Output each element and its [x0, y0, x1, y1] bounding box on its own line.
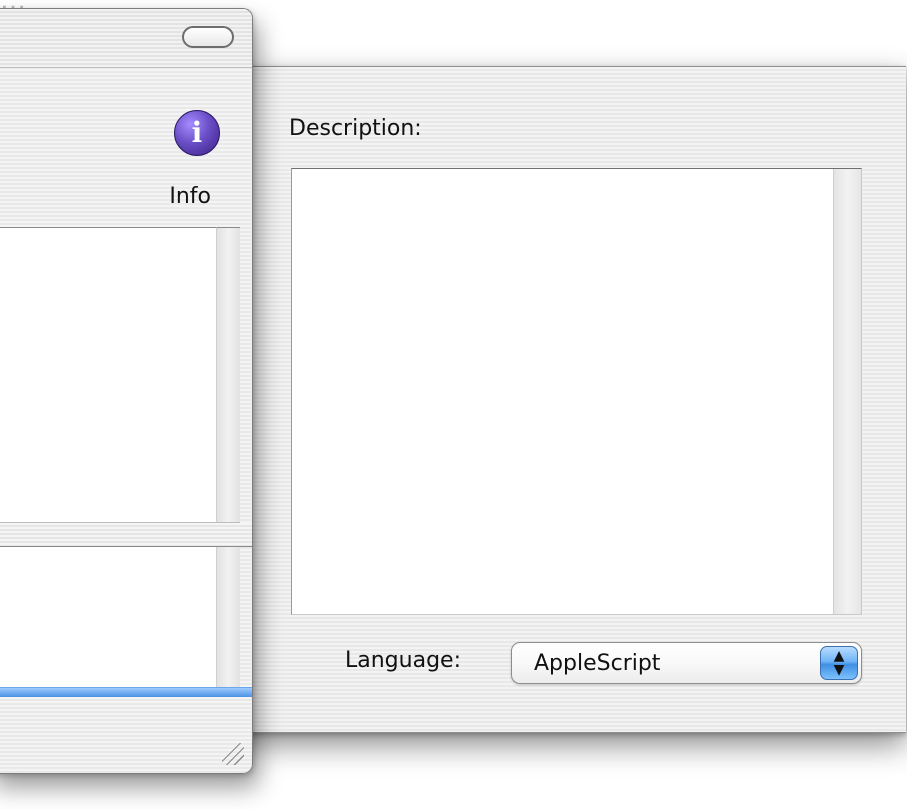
- script-pane-bottom-scrollbar[interactable]: [216, 547, 240, 687]
- language-label: Language:: [345, 648, 461, 673]
- script-editor-window: i Info: [0, 8, 253, 774]
- language-select[interactable]: AppleScript ▲ ▼: [511, 642, 862, 684]
- pane-splitter[interactable]: [0, 523, 252, 547]
- toolbar-toggle-icon[interactable]: [182, 26, 234, 48]
- language-stepper[interactable]: ▲ ▼: [820, 646, 858, 680]
- script-pane-top-scrollbar[interactable]: [216, 227, 240, 523]
- script-pane-bottom[interactable]: [0, 547, 216, 687]
- description-textarea[interactable]: [291, 168, 862, 615]
- up-arrow-icon: ▲ ▼: [833, 648, 845, 678]
- resize-grip-icon[interactable]: [222, 743, 244, 765]
- description-scrollbar[interactable]: [833, 169, 861, 614]
- description-label: Description:: [289, 116, 422, 141]
- info-label[interactable]: Info: [169, 184, 211, 209]
- window-titlebar: [0, 9, 252, 68]
- focus-ring: [0, 687, 252, 697]
- info-icon[interactable]: i: [174, 110, 220, 156]
- language-selected-value: AppleScript: [534, 651, 661, 676]
- script-pane-top[interactable]: [0, 227, 216, 523]
